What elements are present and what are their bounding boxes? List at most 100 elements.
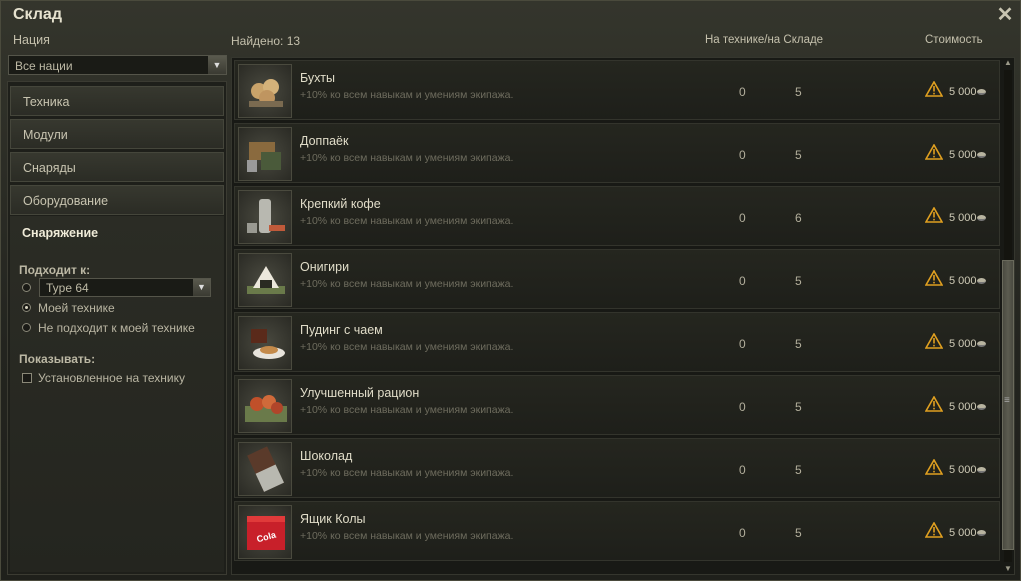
item-description: +10% ко всем навыкам и умениям экипажа. bbox=[300, 530, 514, 542]
scroll-down-icon[interactable]: ▼ bbox=[1002, 564, 1014, 574]
item-description: +10% ко всем навыкам и умениям экипажа. bbox=[300, 467, 514, 479]
item-price: 5 000 bbox=[949, 338, 977, 350]
item-in-stock: 5 bbox=[795, 148, 802, 162]
item-in-stock: 5 bbox=[795, 337, 802, 351]
category-label: Снаряжение bbox=[22, 226, 99, 240]
fits-label: Подходит к: bbox=[19, 263, 91, 277]
close-icon[interactable]: ✕ bbox=[996, 5, 1014, 25]
item-name: Бухты bbox=[300, 71, 335, 85]
warning-icon bbox=[925, 270, 943, 286]
column-header-price: Стоимость bbox=[925, 34, 983, 46]
item-in-stock: 5 bbox=[795, 85, 802, 99]
warning-icon bbox=[925, 81, 943, 97]
vehicle-dropdown-value: Type 64 bbox=[46, 281, 89, 295]
cola-box-icon: Cola bbox=[238, 505, 292, 559]
item-on-vehicle: 0 bbox=[739, 400, 746, 414]
item-description: +10% ко всем навыкам и умениям экипажа. bbox=[300, 404, 514, 416]
show-label: Показывать: bbox=[19, 352, 96, 366]
found-count: Найдено: 13 bbox=[231, 34, 301, 48]
chevron-down-icon[interactable]: ▼ bbox=[193, 279, 210, 296]
item-name: Крепкий кофе bbox=[300, 197, 381, 211]
list-item[interactable]: Пудинг с чаем +10% ко всем навыкам и умен… bbox=[234, 312, 1000, 372]
list-item[interactable]: Шоколад +10% ко всем навыкам и умениям эк… bbox=[234, 438, 1000, 498]
coffee-thermos-icon bbox=[238, 190, 292, 244]
item-on-vehicle: 0 bbox=[739, 211, 746, 225]
credits-icon bbox=[977, 152, 986, 158]
category-modules[interactable]: Модули bbox=[10, 119, 224, 149]
item-price: 5 000 bbox=[949, 275, 977, 287]
credits-icon bbox=[977, 215, 986, 221]
radio-not-fits[interactable] bbox=[22, 323, 31, 332]
item-name: Ящик Колы bbox=[300, 512, 366, 526]
nation-dropdown-value: Все нации bbox=[15, 59, 73, 73]
warning-icon bbox=[925, 333, 943, 349]
chocolate-icon bbox=[238, 442, 292, 496]
item-price: 5 000 bbox=[949, 401, 977, 413]
window-title: Склад bbox=[13, 6, 62, 23]
item-description: +10% ко всем навыкам и умениям экипажа. bbox=[300, 89, 514, 101]
warning-icon bbox=[925, 396, 943, 412]
category-label: Модули bbox=[23, 128, 68, 142]
category-consumables[interactable]: Снаряжение bbox=[10, 218, 224, 248]
item-on-vehicle: 0 bbox=[739, 274, 746, 288]
item-description: +10% ко всем навыкам и умениям экипажа. bbox=[300, 341, 514, 353]
credits-icon bbox=[977, 404, 986, 410]
list-item[interactable]: Онигири +10% ко всем навыкам и умениям эк… bbox=[234, 249, 1000, 309]
category-shells[interactable]: Снаряды bbox=[10, 152, 224, 182]
installed-checkbox[interactable] bbox=[22, 373, 32, 383]
list-item[interactable]: Улучшенный рацион +10% ко всем навыкам и … bbox=[234, 375, 1000, 435]
item-on-vehicle: 0 bbox=[739, 148, 746, 162]
item-description: +10% ко всем навыкам и умениям экипажа. bbox=[300, 278, 514, 290]
nation-dropdown[interactable]: Все нации ▼ bbox=[8, 55, 227, 75]
list-item[interactable]: Cola Ящик Колы +10% ко всем навыкам и умен… bbox=[234, 501, 1000, 561]
warning-icon bbox=[925, 522, 943, 538]
item-in-stock: 5 bbox=[795, 400, 802, 414]
credits-icon bbox=[977, 467, 986, 473]
item-name: Онигири bbox=[300, 260, 350, 274]
item-on-vehicle: 0 bbox=[739, 337, 746, 351]
credits-icon bbox=[977, 89, 986, 95]
item-description: +10% ко всем навыкам и умениям экипажа. bbox=[300, 215, 514, 227]
list-item[interactable]: Доппаёк +10% ко всем навыкам и умениям эк… bbox=[234, 123, 1000, 183]
item-on-vehicle: 0 bbox=[739, 526, 746, 540]
radio-fits-vehicle[interactable] bbox=[22, 283, 31, 292]
installed-checkbox-label[interactable]: Установленное на технику bbox=[38, 371, 185, 385]
item-on-vehicle: 0 bbox=[739, 85, 746, 99]
credits-icon bbox=[977, 278, 986, 284]
list-item[interactable]: Крепкий кофе +10% ко всем навыкам и умени… bbox=[234, 186, 1000, 246]
category-label: Снаряды bbox=[23, 161, 76, 175]
vehicle-dropdown[interactable]: Type 64 ▼ bbox=[39, 278, 211, 297]
item-price: 5 000 bbox=[949, 464, 977, 476]
category-vehicles[interactable]: Техника bbox=[10, 86, 224, 116]
item-price: 5 000 bbox=[949, 86, 977, 98]
item-description: +10% ко всем навыкам и умениям экипажа. bbox=[300, 152, 514, 164]
chevron-down-icon[interactable]: ▼ bbox=[208, 56, 226, 74]
category-equipment[interactable]: Оборудование bbox=[10, 185, 224, 215]
improved-ration-icon bbox=[238, 379, 292, 433]
onigiri-icon bbox=[238, 253, 292, 307]
warning-icon bbox=[925, 459, 943, 475]
item-in-stock: 5 bbox=[795, 274, 802, 288]
item-name: Пудинг с чаем bbox=[300, 323, 383, 337]
credits-icon bbox=[977, 530, 986, 536]
item-in-stock: 6 bbox=[795, 211, 802, 225]
items-list: Бухты +10% ко всем навыкам и умениям экип… bbox=[231, 57, 1015, 575]
category-label: Техника bbox=[23, 95, 70, 109]
radio-my-vehicles[interactable] bbox=[22, 303, 31, 312]
credits-icon bbox=[977, 341, 986, 347]
radio-label-not-fits[interactable]: Не подходит к моей технике bbox=[38, 321, 195, 335]
item-name: Доппаёк bbox=[300, 134, 349, 148]
item-in-stock: 5 bbox=[795, 526, 802, 540]
warning-icon bbox=[925, 207, 943, 223]
item-name: Шоколад bbox=[300, 449, 353, 463]
buns-icon bbox=[238, 64, 292, 118]
radio-label-my-vehicles[interactable]: Моей технике bbox=[38, 301, 115, 315]
item-in-stock: 5 bbox=[795, 463, 802, 477]
scroll-thumb[interactable] bbox=[1002, 260, 1014, 550]
category-label: Оборудование bbox=[23, 194, 109, 208]
list-item[interactable]: Бухты +10% ко всем навыкам и умениям экип… bbox=[234, 60, 1000, 120]
scroll-up-icon[interactable]: ▲ bbox=[1002, 58, 1014, 68]
list-scrollbar[interactable]: ▲ ▼ bbox=[1002, 58, 1014, 574]
nation-label: Нация bbox=[13, 33, 50, 47]
item-price: 5 000 bbox=[949, 527, 977, 539]
